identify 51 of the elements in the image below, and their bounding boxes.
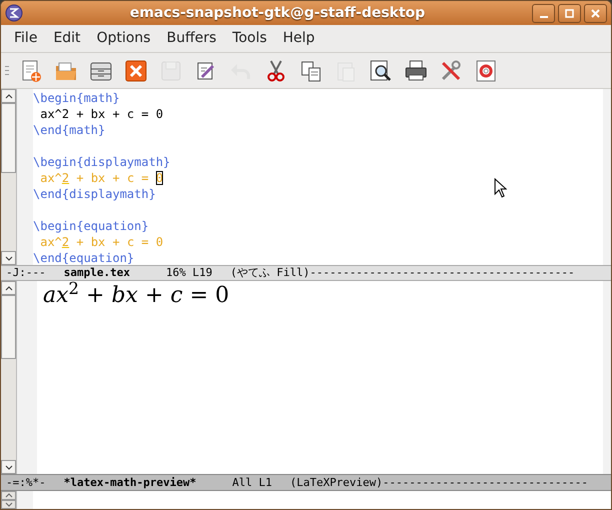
printer-icon xyxy=(404,58,428,82)
mouse-pointer-icon xyxy=(494,178,507,198)
mode-line-status: -=:%*- xyxy=(6,475,46,490)
magnifier-document-icon xyxy=(369,58,393,82)
minimize-button[interactable] xyxy=(532,4,555,22)
minibuffer-scrollbar[interactable] xyxy=(1,491,17,509)
close-button[interactable] xyxy=(584,4,607,22)
minimize-icon xyxy=(540,16,548,18)
menu-item[interactable]: Edit xyxy=(46,28,88,49)
code-line: ax^2 + bx + c = 0 xyxy=(39,107,164,121)
mode-line-position: 16% L19 xyxy=(166,266,212,280)
scroll-down-icon xyxy=(4,464,12,470)
scrollbar-thumb[interactable] xyxy=(1,103,16,173)
mode-line-fill: ------------------------------- xyxy=(382,475,588,490)
tools-icon xyxy=(439,58,463,82)
code-line: \end{displaymath} xyxy=(33,187,156,201)
code-line: \begin{math} xyxy=(33,91,120,105)
menu-item[interactable]: Options xyxy=(90,28,158,49)
mode-line-mode: (LaTeXPreview) xyxy=(290,475,383,490)
scrollbar-thumb[interactable] xyxy=(1,295,16,359)
mode-line-position: All L1 xyxy=(232,475,272,490)
window-title: emacs-snapshot-gtk@g-staff-desktop xyxy=(130,4,426,22)
scrollbar[interactable] xyxy=(1,89,17,265)
menu-item[interactable]: File xyxy=(7,28,44,49)
menu-item[interactable]: Buffers xyxy=(160,28,224,49)
math-formula: ax$^{2}$ + bx + c = 0 xyxy=(42,282,230,310)
code-line: \end{math} xyxy=(33,123,106,137)
scroll-down-icon xyxy=(4,502,12,507)
mode-line-buffer: sample.tex xyxy=(64,266,130,280)
mode-line-buffer: *latex-math-preview* xyxy=(64,475,196,490)
menu-item[interactable]: Tools xyxy=(225,28,274,49)
mode-line-status: -J:--- xyxy=(6,266,46,280)
maximize-button[interactable] xyxy=(558,4,581,22)
code-line: ax^2 + bx + c = 0 xyxy=(39,235,164,249)
scroll-up-icon xyxy=(4,94,12,98)
mode-line-fill: ---------------------------------------- xyxy=(310,266,575,280)
emacs-logo-icon xyxy=(5,4,23,22)
close-icon xyxy=(591,8,600,18)
close-file-icon xyxy=(124,58,148,82)
menu-item[interactable]: Help xyxy=(276,28,322,49)
code-line: \end{equation} xyxy=(33,251,134,265)
mode-line-mode: (やてふ Fill) xyxy=(230,266,310,280)
scroll-down-icon xyxy=(4,256,12,260)
lifebuoy-document-icon xyxy=(474,58,498,82)
scrollbar[interactable] xyxy=(1,281,17,474)
code-line: \begin{displaymath} xyxy=(33,155,170,169)
scroll-up-icon xyxy=(4,493,12,498)
copy-icon xyxy=(299,58,323,82)
maximize-icon xyxy=(565,8,574,18)
scroll-up-icon xyxy=(4,286,12,290)
code-line: \begin{equation} xyxy=(33,219,149,233)
